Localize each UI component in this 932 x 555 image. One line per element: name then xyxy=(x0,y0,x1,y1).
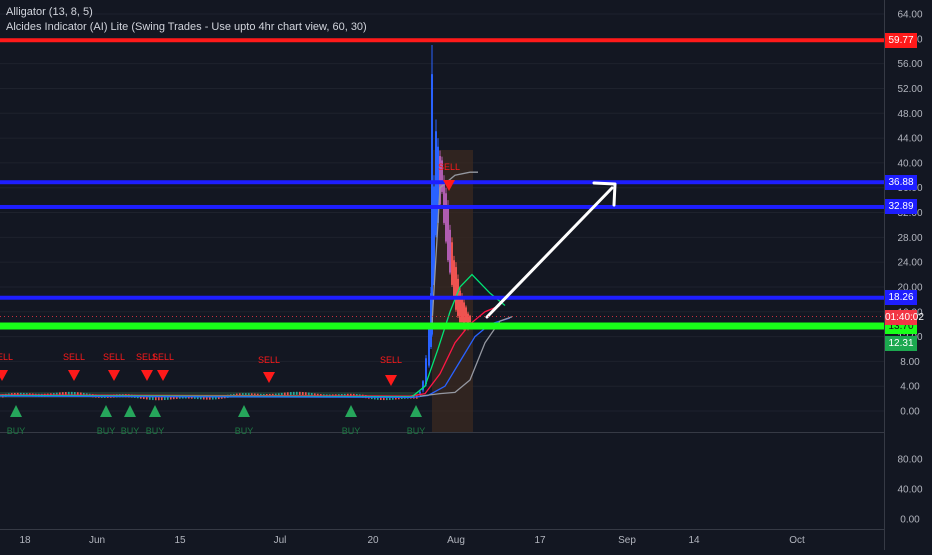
candle xyxy=(455,267,457,310)
sell-signal-label: SELL xyxy=(63,352,85,362)
price-level-badge: 32.89 xyxy=(885,199,917,215)
price-tick-label: 40.00 xyxy=(897,158,922,169)
time-tick-label: 20 xyxy=(367,535,379,546)
price-tick-label: 56.00 xyxy=(897,59,922,70)
sell-arrow-icon xyxy=(108,370,120,381)
candle xyxy=(461,296,463,323)
time-tick-label: Sep xyxy=(618,535,636,546)
candle xyxy=(428,328,430,366)
time-tick-label: 18 xyxy=(19,535,31,546)
current-price-badge: 12.31 xyxy=(885,335,917,351)
buy-signal-label: BUY xyxy=(235,426,254,436)
candle xyxy=(155,397,157,401)
current-price-badge: 01:40:02 xyxy=(885,310,924,326)
candle xyxy=(164,396,166,400)
candle xyxy=(445,193,447,242)
sell-arrow-icon xyxy=(141,370,153,381)
candle xyxy=(451,242,453,285)
price-tick-label: 28.00 xyxy=(897,233,922,244)
price-tick-label: 48.00 xyxy=(897,109,922,120)
candle xyxy=(419,391,421,394)
horizontal-level-blue[interactable] xyxy=(0,180,884,185)
price-level-badge: 36.88 xyxy=(885,174,917,190)
price-level-badge: 18.26 xyxy=(885,290,917,306)
indicator-legend: Alligator (13, 8, 5) Alcides Indicator (… xyxy=(6,5,367,35)
sell-arrow-icon xyxy=(68,370,80,381)
sell-signal-label: SELL xyxy=(380,355,402,365)
candle xyxy=(293,391,295,395)
candle xyxy=(453,260,455,298)
sell-arrow-icon xyxy=(0,370,8,381)
sell-signal-label: SELL xyxy=(0,352,13,362)
candle xyxy=(449,229,451,273)
horizontal-level-blue[interactable] xyxy=(0,204,884,209)
candle xyxy=(296,391,298,395)
candle xyxy=(290,392,292,396)
candle xyxy=(287,392,289,396)
buy-signal-label: BUY xyxy=(121,426,140,436)
price-chart[interactable]: 64.0060.0056.0052.0048.0044.0040.0036.00… xyxy=(0,0,932,550)
sell-arrow-icon xyxy=(385,375,397,386)
candle xyxy=(302,392,304,396)
sell-arrow-icon xyxy=(263,372,275,383)
horizontal-level-red[interactable] xyxy=(0,38,884,43)
time-tick-label: Jul xyxy=(274,535,287,546)
legend-alcides-indicator[interactable]: Alcides Indicator (AI) Lite (Swing Trade… xyxy=(6,20,367,35)
candle xyxy=(305,392,307,396)
buy-signal-label: BUY xyxy=(97,426,116,436)
chart-root[interactable]: 64.0060.0056.0052.0048.0044.0040.0036.00… xyxy=(0,0,932,550)
candle xyxy=(152,396,154,401)
time-tick-label: 15 xyxy=(174,535,186,546)
price-tick-label: 0.00 xyxy=(900,407,920,418)
sell-arrow-icon xyxy=(157,370,169,381)
oscillator-tick-label: 0.00 xyxy=(900,515,920,526)
price-tick-label: 8.00 xyxy=(900,357,920,368)
candle xyxy=(447,206,449,261)
price-tick-label: 52.00 xyxy=(897,84,922,95)
price-tick-label: 64.00 xyxy=(897,10,922,21)
candle xyxy=(299,391,301,395)
candle xyxy=(443,180,445,223)
time-tick-label: Oct xyxy=(789,535,805,546)
legend-alligator[interactable]: Alligator (13, 8, 5) xyxy=(6,5,367,20)
buy-signal-label: BUY xyxy=(407,426,426,436)
time-tick-label: Aug xyxy=(447,535,465,546)
price-tick-label: 44.00 xyxy=(897,134,922,145)
sell-signal-label: SELL xyxy=(152,352,174,362)
candle xyxy=(161,397,163,401)
time-tick-label: 17 xyxy=(534,535,546,546)
candle xyxy=(469,315,471,323)
sell-signal-label: SELL xyxy=(438,162,460,172)
buy-signal-label: BUY xyxy=(7,426,26,436)
price-tick-label: 24.00 xyxy=(897,258,922,269)
candle xyxy=(431,74,433,335)
buy-signal-label: BUY xyxy=(342,426,361,436)
sell-signal-label: SELL xyxy=(258,355,280,365)
candle xyxy=(459,290,461,323)
candle xyxy=(158,397,160,401)
buy-signal-label: BUY xyxy=(146,426,165,436)
oscillator-tick-label: 40.00 xyxy=(897,485,922,496)
time-tick-label: 14 xyxy=(688,535,700,546)
price-tick-label: 4.00 xyxy=(900,382,920,393)
oscillator-tick-label: 80.00 xyxy=(897,455,922,466)
horizontal-level-green[interactable] xyxy=(0,322,884,330)
horizontal-level-blue[interactable] xyxy=(0,295,884,300)
time-tick-label: Jun xyxy=(89,535,105,546)
price-level-badge: 59.77 xyxy=(885,32,917,48)
candle xyxy=(465,307,467,323)
sell-signal-label: SELL xyxy=(103,352,125,362)
